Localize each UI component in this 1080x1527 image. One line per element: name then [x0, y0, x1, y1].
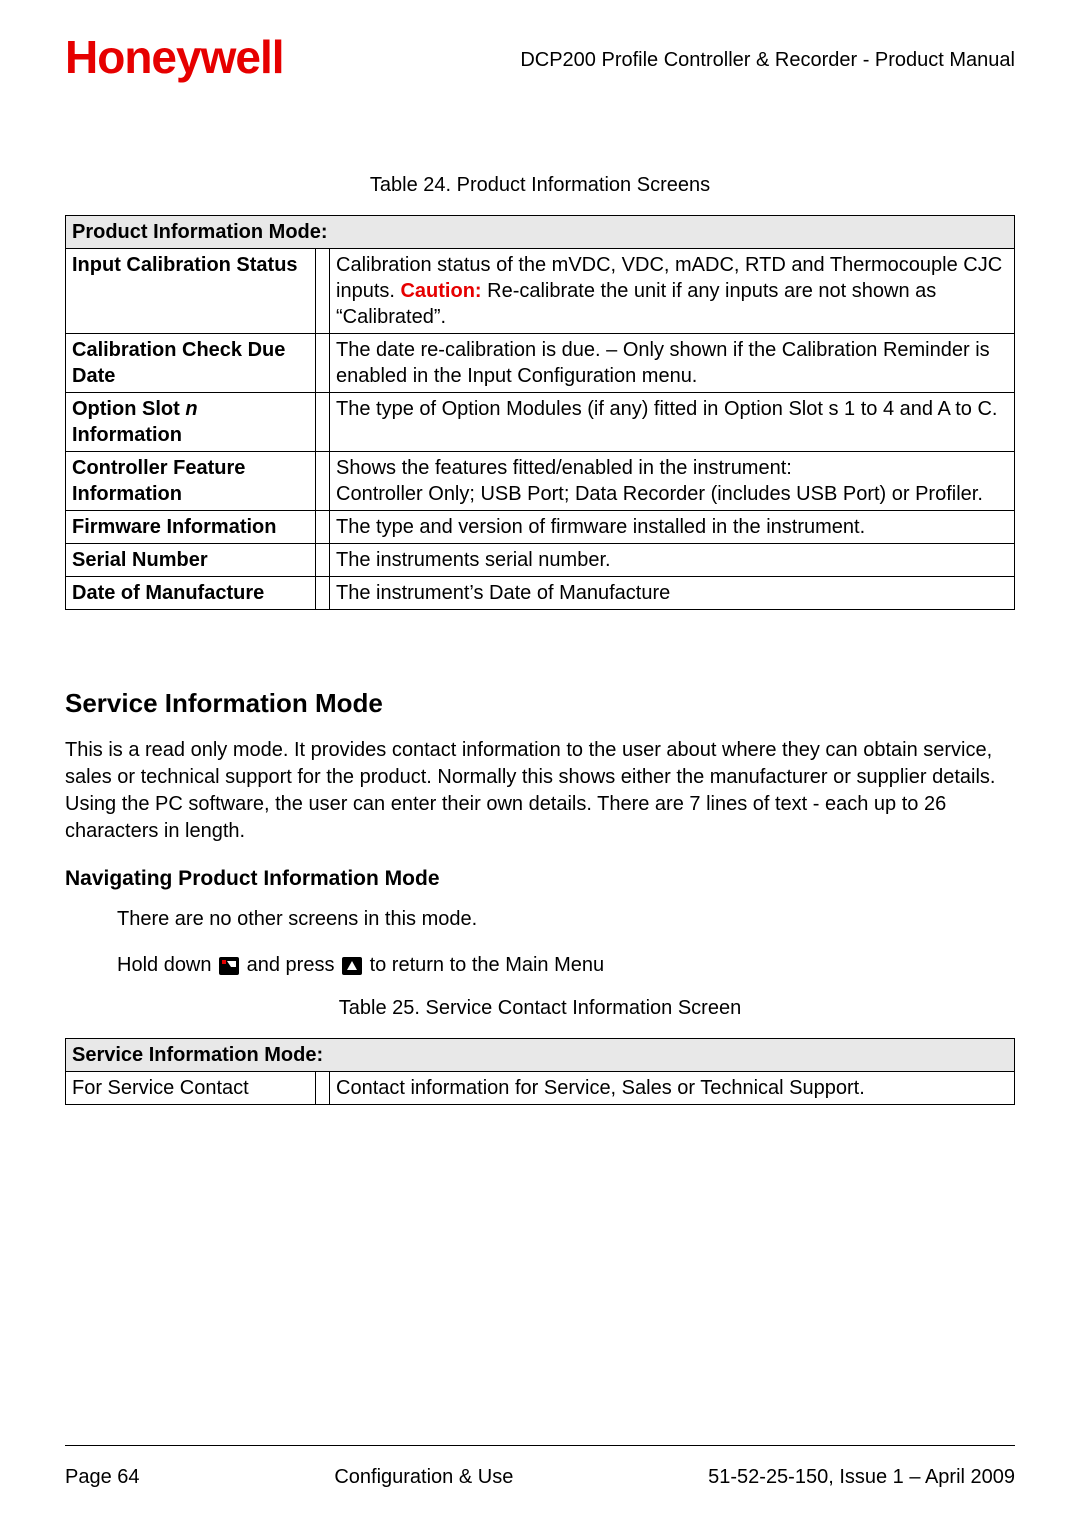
d-key-icon: [219, 957, 239, 975]
table-row: Calibration Check Due Date The date re-c…: [66, 334, 1015, 393]
product-info-table: Product Information Mode: Input Calibrat…: [65, 215, 1015, 610]
row-label: For Service Contact: [66, 1072, 316, 1105]
spacer: [316, 393, 330, 452]
section-heading: Service Information Mode: [65, 688, 1015, 719]
spacer: [316, 1072, 330, 1105]
row-label: Serial Number: [66, 544, 316, 577]
spacer: [316, 577, 330, 610]
page-header: Honeywell DCP200 Profile Controller & Re…: [65, 30, 1015, 84]
honeywell-logo: Honeywell: [65, 30, 284, 84]
section-paragraph: This is a read only mode. It provides co…: [65, 737, 1015, 845]
row-desc: The instrument’s Date of Manufacture: [330, 577, 1015, 610]
spacer: [316, 544, 330, 577]
italic-n: n: [185, 398, 197, 420]
text: Information: [72, 424, 182, 446]
row-desc: The instruments serial number.: [330, 544, 1015, 577]
footer-doc-id: 51-52-25-150, Issue 1 – April 2009: [708, 1466, 1015, 1489]
service-info-table: Service Information Mode: For Service Co…: [65, 1038, 1015, 1105]
row-label: Calibration Check Due Date: [66, 334, 316, 393]
footer-rule: [65, 1445, 1015, 1446]
table-row: Option Slot n Information The type of Op…: [66, 393, 1015, 452]
row-label: Firmware Information: [66, 511, 316, 544]
row-desc: Shows the features fitted/enabled in the…: [330, 452, 1015, 511]
text: to return to the Main Menu: [364, 954, 604, 976]
row-desc: The type of Option Modules (if any) fitt…: [330, 393, 1015, 452]
row-desc: The date re-calibration is due. – Only s…: [330, 334, 1015, 393]
table-row: Controller Feature Information Shows the…: [66, 452, 1015, 511]
nav-instruction-1: There are no other screens in this mode.: [117, 905, 1015, 933]
row-label: Date of Manufacture: [66, 577, 316, 610]
table-24-caption: Table 24. Product Information Screens: [65, 174, 1015, 197]
spacer: [316, 452, 330, 511]
table-25-caption: Table 25. Service Contact Information Sc…: [65, 997, 1015, 1020]
document-title: DCP200 Profile Controller & Recorder - P…: [520, 49, 1015, 72]
table-row: Input Calibration Status Calibration sta…: [66, 249, 1015, 334]
spacer: [316, 249, 330, 334]
table-25-header: Service Information Mode:: [66, 1039, 1015, 1072]
row-desc: Contact information for Service, Sales o…: [330, 1072, 1015, 1105]
table-row: For Service Contact Contact information …: [66, 1072, 1015, 1105]
spacer: [316, 511, 330, 544]
row-label: Input Calibration Status: [66, 249, 316, 334]
page: Honeywell DCP200 Profile Controller & Re…: [0, 0, 1080, 1527]
row-desc: Calibration status of the mVDC, VDC, mAD…: [330, 249, 1015, 334]
page-footer: Page 64 Configuration & Use 51-52-25-150…: [65, 1445, 1015, 1489]
subsection-heading: Navigating Product Information Mode: [65, 867, 1015, 891]
footer-section: Configuration & Use: [334, 1466, 513, 1489]
text: Hold down: [117, 954, 217, 976]
row-desc: The type and version of firmware install…: [330, 511, 1015, 544]
table-row: Serial Number The instruments serial num…: [66, 544, 1015, 577]
table-row: Date of Manufacture The instrument’s Dat…: [66, 577, 1015, 610]
text: and press: [241, 954, 340, 976]
row-label: Controller Feature Information: [66, 452, 316, 511]
nav-instruction-2: Hold down and press to return to the Mai…: [117, 951, 1015, 979]
text: Option Slot: [72, 398, 185, 420]
table-row: Firmware Information The type and versio…: [66, 511, 1015, 544]
up-arrow-key-icon: [342, 957, 362, 975]
row-label: Option Slot n Information: [66, 393, 316, 452]
caution-text: Caution:: [400, 280, 481, 302]
spacer: [316, 334, 330, 393]
footer-page: Page 64: [65, 1466, 140, 1489]
table-24-header: Product Information Mode:: [66, 216, 1015, 249]
